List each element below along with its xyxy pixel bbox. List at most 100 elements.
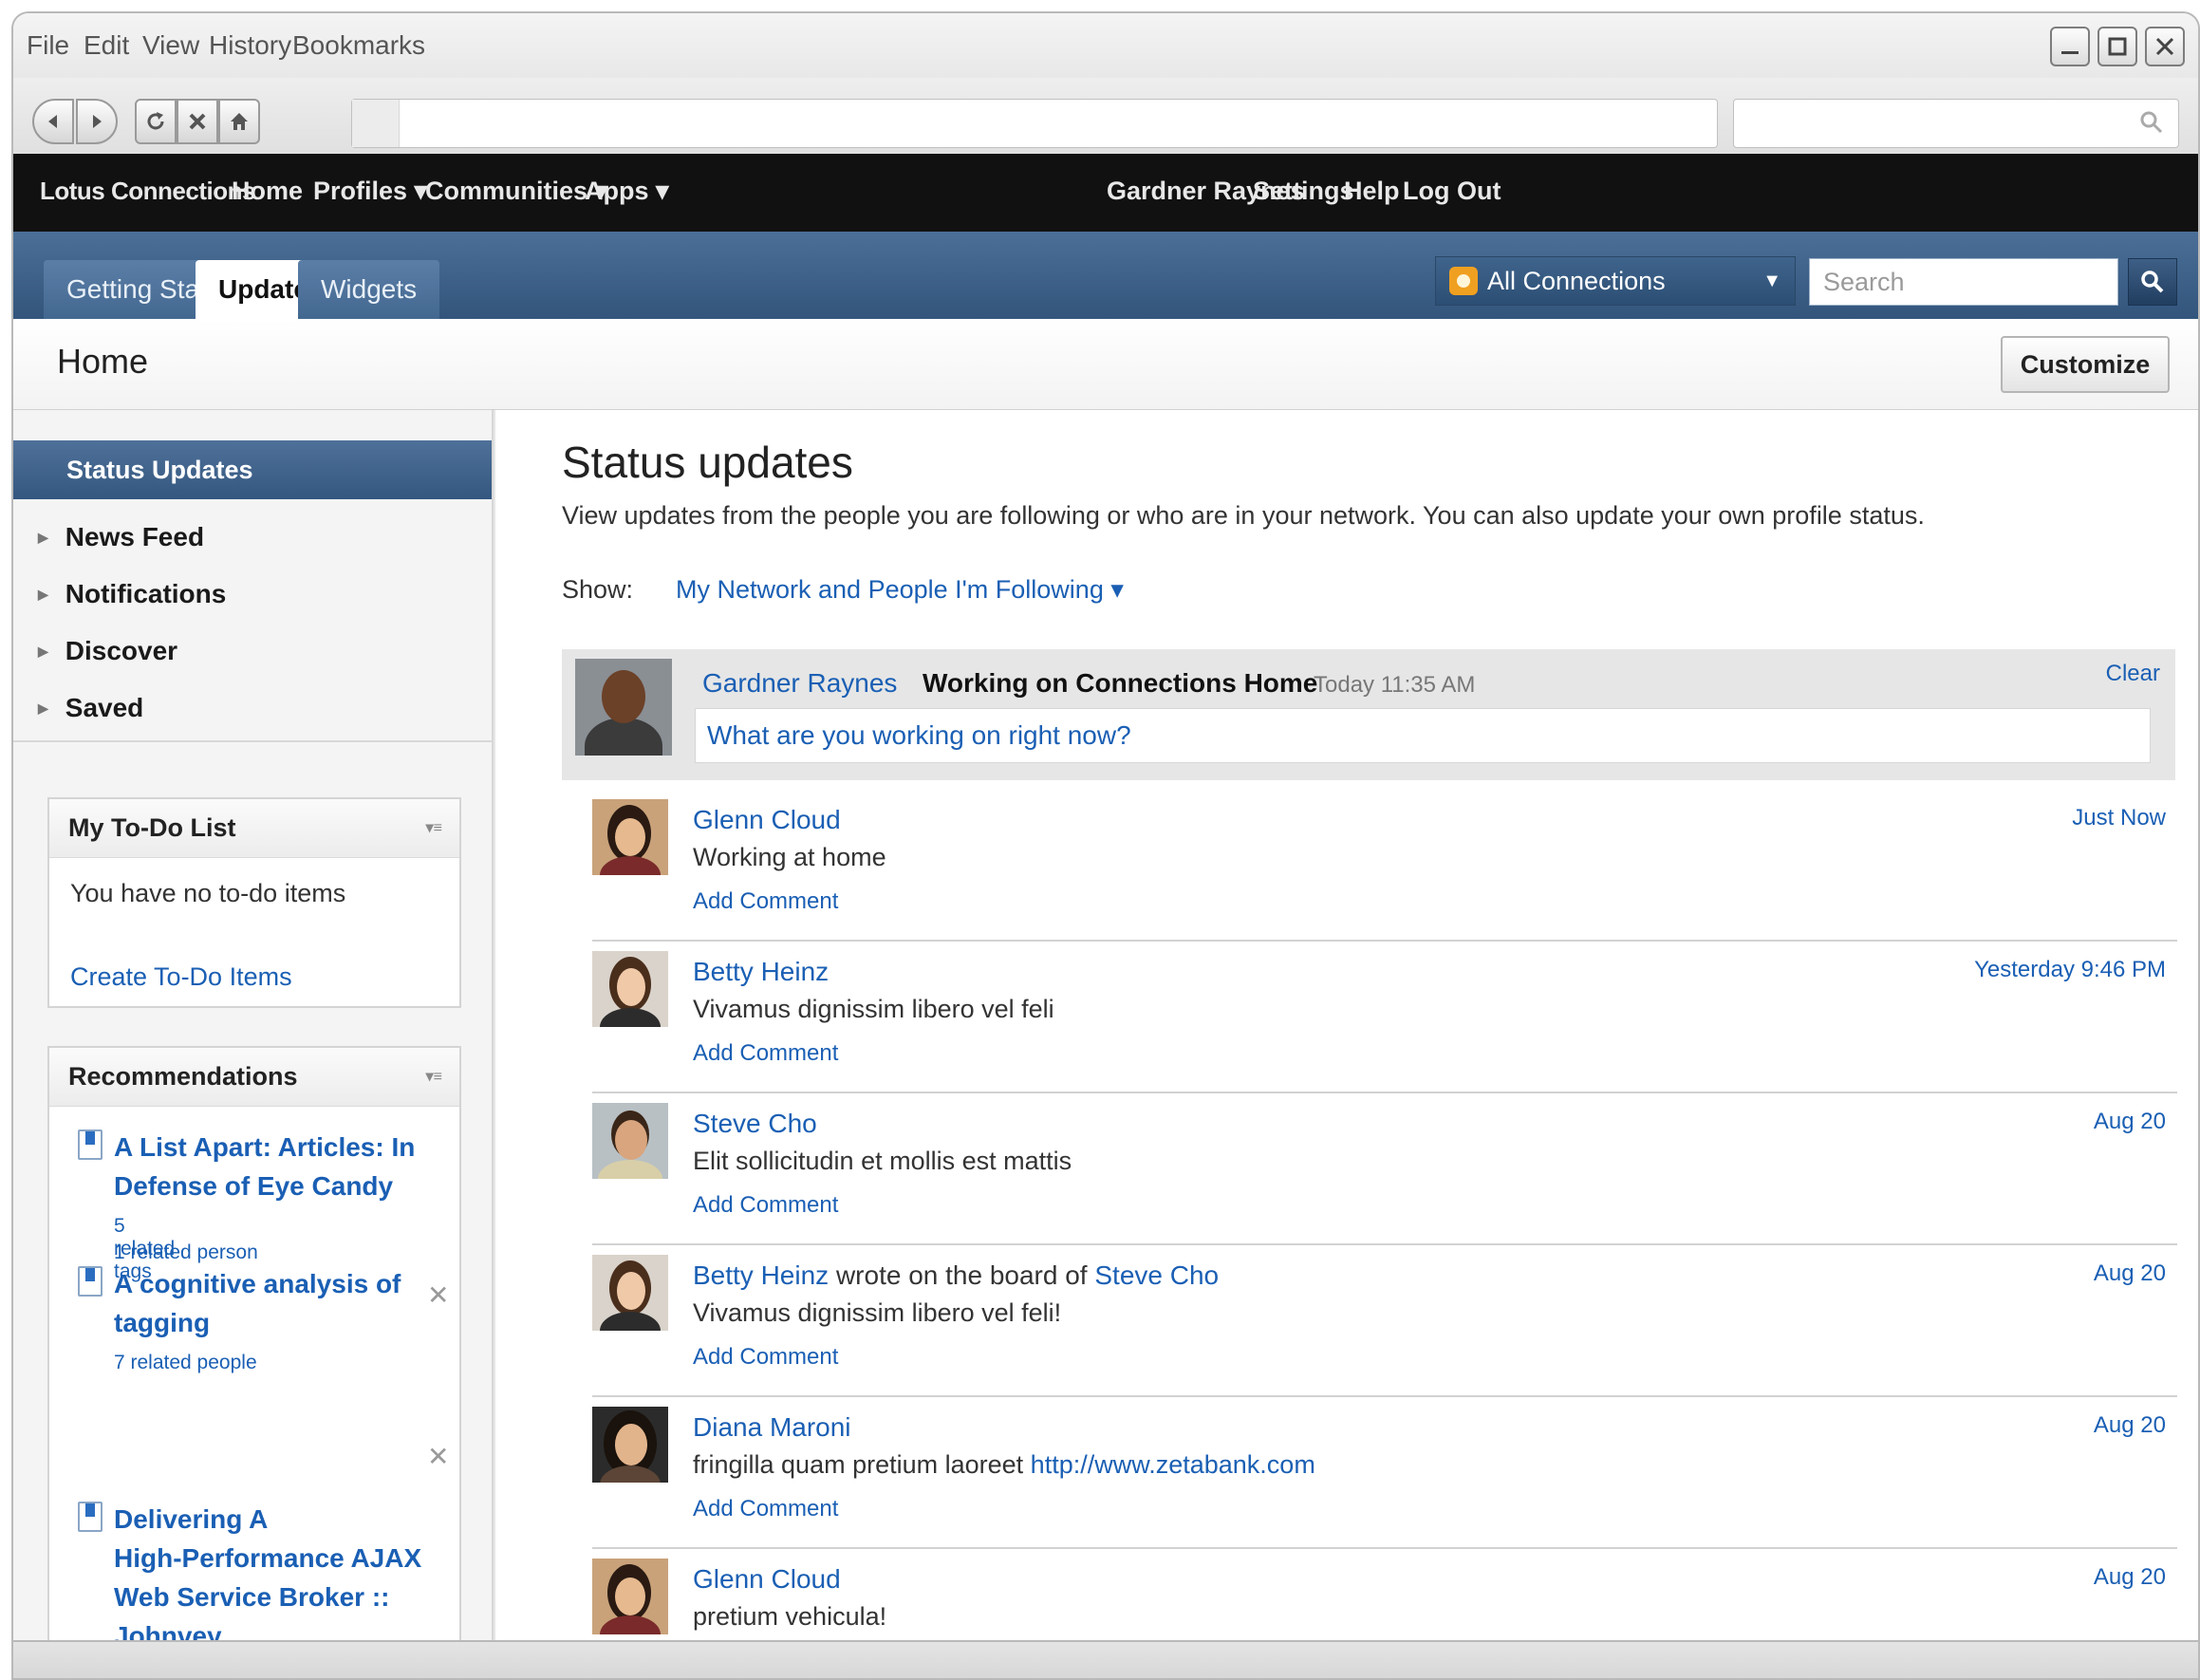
- my-status-time: Today 11:35 AM: [1314, 672, 1476, 698]
- author-link[interactable]: Steve Cho: [693, 1109, 817, 1139]
- recommendation-title[interactable]: Delivering A High-Performance AJAX Web S…: [114, 1500, 437, 1640]
- entry-text: Vivamus dignissim libero vel feli!: [693, 1298, 1062, 1327]
- entry-text: pretium vehicula!: [693, 1602, 887, 1631]
- clear-status-link[interactable]: Clear: [2106, 661, 2160, 687]
- menu-edit[interactable]: Edit: [84, 30, 129, 61]
- scope-dropdown[interactable]: All Connections ▼: [1435, 256, 1796, 306]
- recommendations-title: Recommendations: [68, 1062, 298, 1091]
- todo-widget-header: My To-Do List ▾≡: [49, 799, 459, 858]
- avatar[interactable]: [592, 1103, 668, 1179]
- author-link[interactable]: Diana Maroni: [693, 1412, 851, 1443]
- stop-icon[interactable]: [177, 99, 218, 144]
- browser-status-bar: [13, 1640, 2198, 1678]
- sidebar-item-label: Discover: [65, 636, 178, 665]
- status-entry: Betty Heinz wrote on the board of Steve …: [592, 1245, 2177, 1397]
- entry-time[interactable]: Aug 20: [2094, 1109, 2166, 1135]
- add-comment-link[interactable]: Add Comment: [693, 1496, 838, 1522]
- nav-home[interactable]: Home: [232, 177, 303, 206]
- close-window-icon[interactable]: [2145, 27, 2185, 66]
- entry-time[interactable]: Aug 20: [2094, 1412, 2166, 1439]
- todo-widget: My To-Do List ▾≡ You have no to-do items…: [47, 797, 461, 1008]
- status-input[interactable]: What are you working on right now?: [695, 708, 2151, 763]
- tab-bar: Getting Started Updates Widgets All Conn…: [13, 232, 2198, 319]
- back-icon[interactable]: [32, 99, 74, 144]
- menu-view[interactable]: View: [142, 30, 199, 61]
- add-comment-link[interactable]: Add Comment: [693, 1040, 838, 1067]
- bookmark-icon: [78, 1129, 103, 1160]
- sidebar-item-saved[interactable]: ▶ Saved: [38, 693, 143, 723]
- entry-time[interactable]: Aug 20: [2094, 1260, 2166, 1287]
- recommendation-title[interactable]: A cognitive analysis of tagging: [114, 1264, 437, 1342]
- create-todo-link[interactable]: Create To-Do Items: [70, 962, 292, 992]
- help-link[interactable]: Help: [1344, 177, 1400, 206]
- related-people-link[interactable]: 7 related people: [114, 1352, 257, 1374]
- widget-menu-icon[interactable]: ▾≡: [426, 1067, 442, 1086]
- my-status-box: Gardner Raynes Working on Connections Ho…: [562, 649, 2175, 780]
- related-person-link[interactable]: 1 related person: [114, 1241, 258, 1264]
- logout-link[interactable]: Log Out: [1403, 177, 1501, 206]
- my-name-link[interactable]: Gardner Raynes: [702, 668, 897, 699]
- customize-button[interactable]: Customize: [2001, 336, 2170, 393]
- add-comment-link[interactable]: Add Comment: [693, 1344, 838, 1371]
- author-link[interactable]: Glenn Cloud: [693, 1564, 841, 1595]
- recommendation-title[interactable]: A List Apart: Articles: In Defense of Ey…: [114, 1128, 437, 1205]
- app-logo[interactable]: Lotus Connections: [40, 177, 255, 206]
- app-search-button[interactable]: [2128, 258, 2177, 306]
- sidebar-item-label: Saved: [65, 693, 144, 722]
- entry-text-body: fringilla quam pretium laoreet: [693, 1450, 1031, 1479]
- sidebar-item-news-feed[interactable]: ▶ News Feed: [38, 522, 204, 552]
- author-link[interactable]: Betty Heinz: [693, 957, 829, 987]
- board-owner-link[interactable]: Steve Cho: [1094, 1260, 1219, 1290]
- menu-bookmarks[interactable]: Bookmarks: [292, 30, 425, 61]
- avatar[interactable]: [592, 799, 668, 875]
- forward-icon[interactable]: [76, 99, 118, 144]
- address-bar[interactable]: [351, 99, 1718, 148]
- entry-url-link[interactable]: http://www.zetabank.com: [1031, 1450, 1315, 1479]
- home-icon[interactable]: [218, 99, 260, 144]
- avatar[interactable]: [592, 1407, 668, 1483]
- settings-link[interactable]: Settings: [1253, 177, 1354, 206]
- search-icon: [2140, 111, 2163, 134]
- sidebar-item-discover[interactable]: ▶ Discover: [38, 636, 177, 666]
- app-search-placeholder: Search: [1823, 267, 1905, 296]
- avatar[interactable]: [592, 1255, 668, 1331]
- nav-profiles[interactable]: Profiles ▾: [313, 177, 427, 206]
- todo-widget-title: My To-Do List: [68, 813, 236, 842]
- status-entry: Steve Cho Aug 20 Elit sollicitudin et mo…: [592, 1093, 2177, 1245]
- entry-time[interactable]: Yesterday 9:46 PM: [1974, 957, 2166, 983]
- sidebar-item-status-updates[interactable]: Status Updates: [13, 440, 492, 499]
- sidebar-divider: [13, 740, 492, 742]
- avatar[interactable]: [592, 1559, 668, 1634]
- show-label: Show:: [562, 575, 634, 604]
- author-link[interactable]: Glenn Cloud: [693, 805, 841, 835]
- menu-history[interactable]: History: [209, 30, 291, 61]
- search-icon: [2141, 271, 2164, 293]
- reload-icon[interactable]: [135, 99, 177, 144]
- entry-time[interactable]: Just Now: [2072, 805, 2166, 831]
- add-comment-link[interactable]: Add Comment: [693, 1192, 838, 1219]
- chevron-down-icon: ▼: [1762, 271, 1781, 291]
- maximize-icon[interactable]: [2097, 27, 2137, 66]
- avatar[interactable]: [592, 951, 668, 1027]
- entry-text: Elit sollicitudin et mollis est mattis: [693, 1147, 1072, 1175]
- minimize-icon[interactable]: [2050, 27, 2090, 66]
- nav-apps[interactable]: Apps ▾: [585, 177, 669, 206]
- entry-text: Working at home: [693, 843, 886, 871]
- caret-right-icon: ▶: [38, 700, 48, 716]
- browser-search-input[interactable]: [1733, 99, 2179, 148]
- menu-file[interactable]: File: [27, 30, 69, 61]
- widget-menu-icon[interactable]: ▾≡: [426, 818, 442, 837]
- dismiss-icon[interactable]: ✕: [427, 1441, 449, 1472]
- entry-text: fringilla quam pretium laoreet http://ww…: [693, 1450, 1315, 1480]
- sidebar-item-notifications[interactable]: ▶ Notifications: [38, 579, 226, 609]
- nav-communities[interactable]: Communities ▾: [425, 177, 607, 206]
- author-link[interactable]: Betty Heinz: [693, 1260, 829, 1290]
- add-comment-link[interactable]: Add Comment: [693, 888, 838, 915]
- page-title: Home: [57, 342, 149, 381]
- entry-time[interactable]: Aug 20: [2094, 1564, 2166, 1591]
- caret-right-icon: ▶: [38, 643, 48, 659]
- show-filter-dropdown[interactable]: My Network and People I'm Following ▾: [676, 575, 1124, 605]
- app-search-input[interactable]: Search: [1809, 258, 2118, 306]
- status-entry: Diana Maroni Aug 20 fringilla quam preti…: [592, 1397, 2177, 1549]
- tab-widgets[interactable]: Widgets: [298, 260, 440, 319]
